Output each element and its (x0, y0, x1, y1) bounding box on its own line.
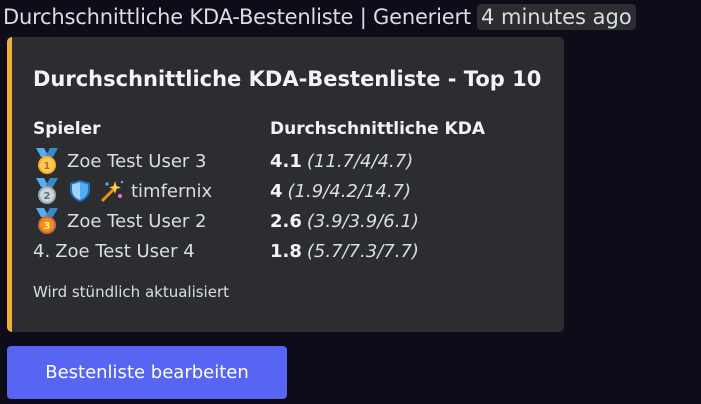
embed-title: Durchschnittliche KDA-Bestenliste - Top … (33, 67, 542, 91)
svg-text:1: 1 (44, 161, 51, 172)
kda-detail: (1.9/4.2/14.7) (287, 180, 412, 202)
bronze-medal-icon: 3 (33, 207, 61, 235)
timestamp[interactable]: 4 minutes ago (476, 4, 636, 30)
rank-label: 4. (33, 240, 51, 262)
svg-text:2: 2 (44, 191, 51, 202)
column-header-player: Spieler (33, 119, 101, 139)
kda-cell: 4 (1.9/4.2/14.7) (270, 177, 411, 205)
message-title: Durchschnittliche KDA-Bestenliste | Gene… (3, 5, 471, 29)
kda-cell: 1.8 (5.7/7.3/7.7) (270, 237, 419, 265)
kda-detail: (11.7/4/4.7) (306, 150, 414, 172)
kda-value: 1.8 (270, 240, 302, 262)
kda-value: 2.6 (270, 210, 302, 232)
kda-value: 4 (270, 180, 283, 202)
player-name: Zoe Test User 2 (67, 210, 207, 232)
svg-text:3: 3 (44, 221, 51, 232)
kda-cell: 4.1 (11.7/4/4.7) (270, 147, 413, 175)
kda-value: 4.1 (270, 150, 302, 172)
embed-accent-bar (7, 37, 12, 332)
player-row: 3 Zoe Test User 2 (33, 207, 207, 235)
column-header-kda: Durchschnittliche KDA (270, 119, 485, 139)
player-name: Zoe Test User 3 (67, 150, 207, 172)
kda-cell: 2.6 (3.9/3.9/6.1) (270, 207, 419, 235)
player-row: 1 Zoe Test User 3 (33, 147, 207, 175)
player-name: Zoe Test User 4 (55, 240, 195, 262)
silver-medal-icon: 2 (33, 177, 61, 205)
leaderboard-embed: Durchschnittliche KDA-Bestenliste - Top … (7, 37, 564, 332)
kda-detail: (5.7/7.3/7.7) (306, 240, 419, 262)
shield-icon (67, 178, 93, 204)
message-header: Durchschnittliche KDA-Bestenliste | Gene… (0, 0, 701, 34)
player-row: 4. Zoe Test User 4 (33, 237, 195, 265)
edit-leaderboard-button[interactable]: Bestenliste bearbeiten (7, 346, 287, 399)
kda-detail: (3.9/3.9/6.1) (306, 210, 419, 232)
gold-medal-icon: 1 (33, 147, 61, 175)
sparkles-icon (99, 178, 125, 204)
player-name: timfernix (131, 180, 213, 202)
embed-footer: Wird stündlich aktualisiert (33, 283, 230, 301)
player-row: 2 timfernix (33, 177, 212, 205)
